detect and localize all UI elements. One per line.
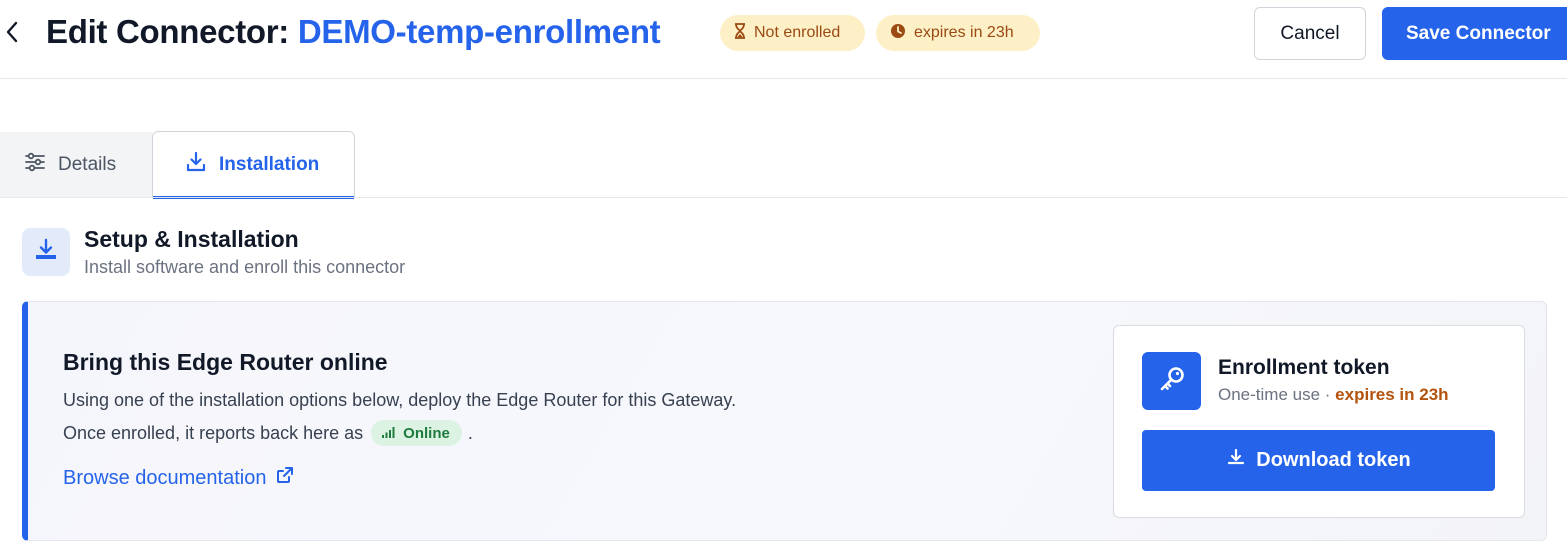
expiry-badge: expires in 23h: [876, 15, 1040, 51]
connector-name: DEMO-temp-enrollment: [297, 13, 661, 50]
token-expiry: expires in 23h: [1335, 385, 1449, 404]
edge-router-card: Bring this Edge Router online Using one …: [22, 301, 1547, 541]
tab-details[interactable]: Details: [0, 132, 152, 198]
download-token-label: Download token: [1256, 449, 1411, 471]
section-title: Setup & Installation: [84, 226, 299, 252]
tab-installation[interactable]: Installation: [152, 131, 355, 199]
sliders-icon: [24, 152, 46, 178]
save-connector-button[interactable]: Save Connector: [1382, 7, 1567, 60]
online-status-badge: Online: [371, 420, 462, 446]
card-description: Using one of the installation options be…: [63, 390, 737, 410]
back-button[interactable]: [2, 21, 22, 47]
cancel-button[interactable]: Cancel: [1254, 7, 1366, 60]
signal-icon: [381, 425, 397, 442]
download-icon: [185, 151, 207, 179]
key-icon: [1158, 365, 1186, 398]
key-icon-badge: [1142, 352, 1201, 410]
token-subtitle: One-time use · expires in 23h: [1218, 385, 1449, 405]
token-title: Enrollment token: [1218, 356, 1390, 379]
browse-documentation-label: Browse documentation: [63, 466, 267, 489]
card-status-suffix: .: [467, 422, 473, 443]
expiry-label: expires in 23h: [914, 24, 1014, 41]
tab-installation-label: Installation: [219, 154, 320, 175]
download-token-button[interactable]: Download token: [1142, 430, 1495, 491]
not-enrolled-label: Not enrolled: [754, 24, 841, 41]
section-subtitle: Install software and enroll this connect…: [84, 257, 406, 277]
clock-icon: [890, 23, 906, 44]
chevron-left-icon: [5, 21, 19, 48]
download-tray-icon: [34, 238, 58, 267]
browse-documentation-link[interactable]: Browse documentation: [63, 466, 294, 490]
online-label: Online: [403, 424, 450, 442]
token-usage: One-time use ·: [1218, 385, 1331, 404]
page-header: Edit Connector: DEMO-temp-enrollment Not…: [0, 0, 1567, 79]
setup-section-icon-badge: [22, 228, 70, 276]
external-link-icon: [276, 466, 294, 490]
download-icon: [1226, 448, 1246, 474]
page-title-prefix: Edit Connector:: [46, 13, 289, 50]
card-title: Bring this Edge Router online: [63, 349, 388, 375]
not-enrolled-badge: Not enrolled: [720, 15, 865, 51]
tab-details-label: Details: [58, 154, 117, 175]
enrollment-token-panel: Enrollment token One-time use · expires …: [1113, 325, 1525, 518]
hourglass-icon: [734, 22, 746, 44]
tabs-divider: [0, 197, 1567, 198]
card-status-prefix: Once enrolled, it reports back here as: [63, 422, 364, 443]
card-status-line: Once enrolled, it reports back here as O…: [63, 420, 473, 446]
page-title: Edit Connector: DEMO-temp-enrollment: [46, 13, 661, 51]
